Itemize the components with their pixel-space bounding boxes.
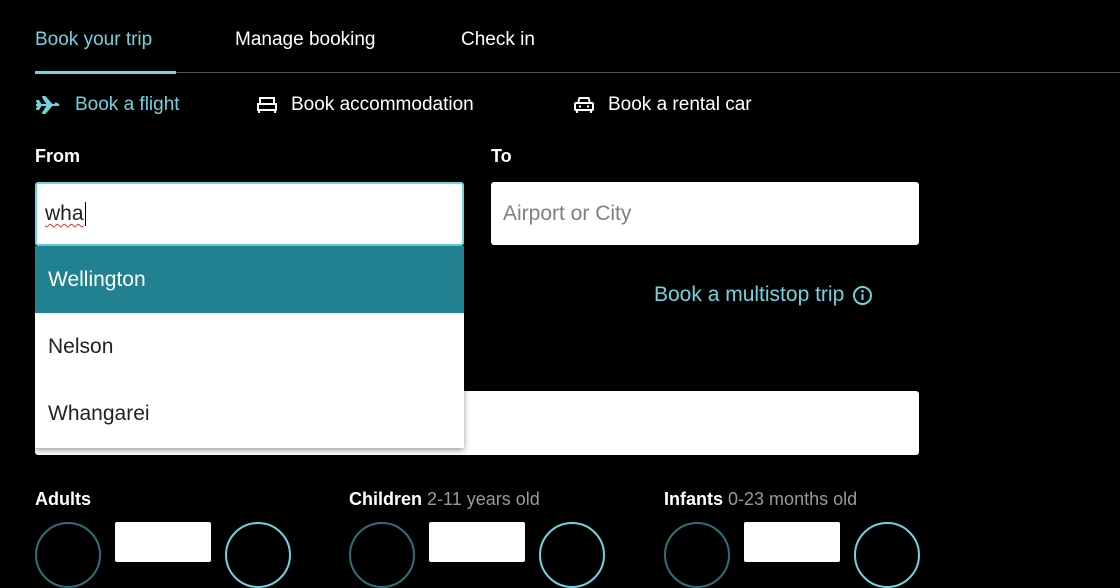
subtab-label: Book accommodation	[291, 94, 474, 115]
infants-count-input[interactable]	[744, 522, 840, 562]
car-icon	[574, 97, 594, 113]
multistop-link[interactable]: Book a multistop trip	[654, 283, 873, 307]
subtab-label: Book a rental car	[608, 94, 752, 115]
children-decrement-button[interactable]	[349, 522, 415, 588]
text-caret	[84, 202, 86, 226]
to-input[interactable]: Airport or City	[491, 182, 919, 245]
infants-decrement-button[interactable]	[664, 522, 730, 588]
children-label: Children 2-11 years old	[349, 489, 540, 510]
active-tab-indicator	[35, 71, 176, 74]
suggestion-option[interactable]: Wellington	[35, 246, 464, 313]
adults-increment-button[interactable]	[225, 522, 291, 588]
from-input-value: wha	[45, 202, 84, 225]
children-label-text: Children	[349, 489, 423, 509]
suggestion-option[interactable]: Nelson	[35, 313, 464, 380]
children-increment-button[interactable]	[539, 522, 605, 588]
tabs-divider	[35, 72, 1120, 73]
tab-book-your-trip[interactable]: Book your trip	[35, 29, 152, 51]
children-age-hint: 2-11 years old	[427, 489, 540, 509]
info-icon	[853, 285, 873, 305]
plane-icon	[36, 96, 60, 114]
children-count-input[interactable]	[429, 522, 525, 562]
tab-check-in[interactable]: Check in	[461, 29, 535, 51]
infants-increment-button[interactable]	[854, 522, 920, 588]
to-input-placeholder: Airport or City	[503, 201, 632, 225]
infants-label: Infants 0-23 months old	[664, 489, 857, 510]
from-input[interactable]: wha	[35, 182, 464, 246]
to-label: To	[491, 146, 512, 166]
tab-manage-booking[interactable]: Manage booking	[235, 29, 376, 51]
subtab-book-accommodation[interactable]: Book accommodation	[257, 92, 474, 118]
bed-icon	[257, 97, 277, 113]
from-suggestions-dropdown: Wellington Nelson Whangarei	[35, 246, 464, 448]
multistop-label: Book a multistop trip	[654, 283, 845, 306]
subtab-book-flight[interactable]: Book a flight	[35, 92, 180, 118]
subtab-book-rental-car[interactable]: Book a rental car	[574, 92, 752, 118]
infants-label-text: Infants	[664, 489, 724, 509]
adults-count-input[interactable]	[115, 522, 211, 562]
adults-decrement-button[interactable]	[35, 522, 101, 588]
suggestion-option[interactable]: Whangarei	[35, 380, 464, 447]
adults-label: Adults	[35, 489, 91, 510]
infants-age-hint: 0-23 months old	[728, 489, 858, 509]
adults-label-text: Adults	[35, 489, 91, 509]
from-label: From	[35, 146, 80, 166]
subtab-label: Book a flight	[75, 94, 180, 115]
